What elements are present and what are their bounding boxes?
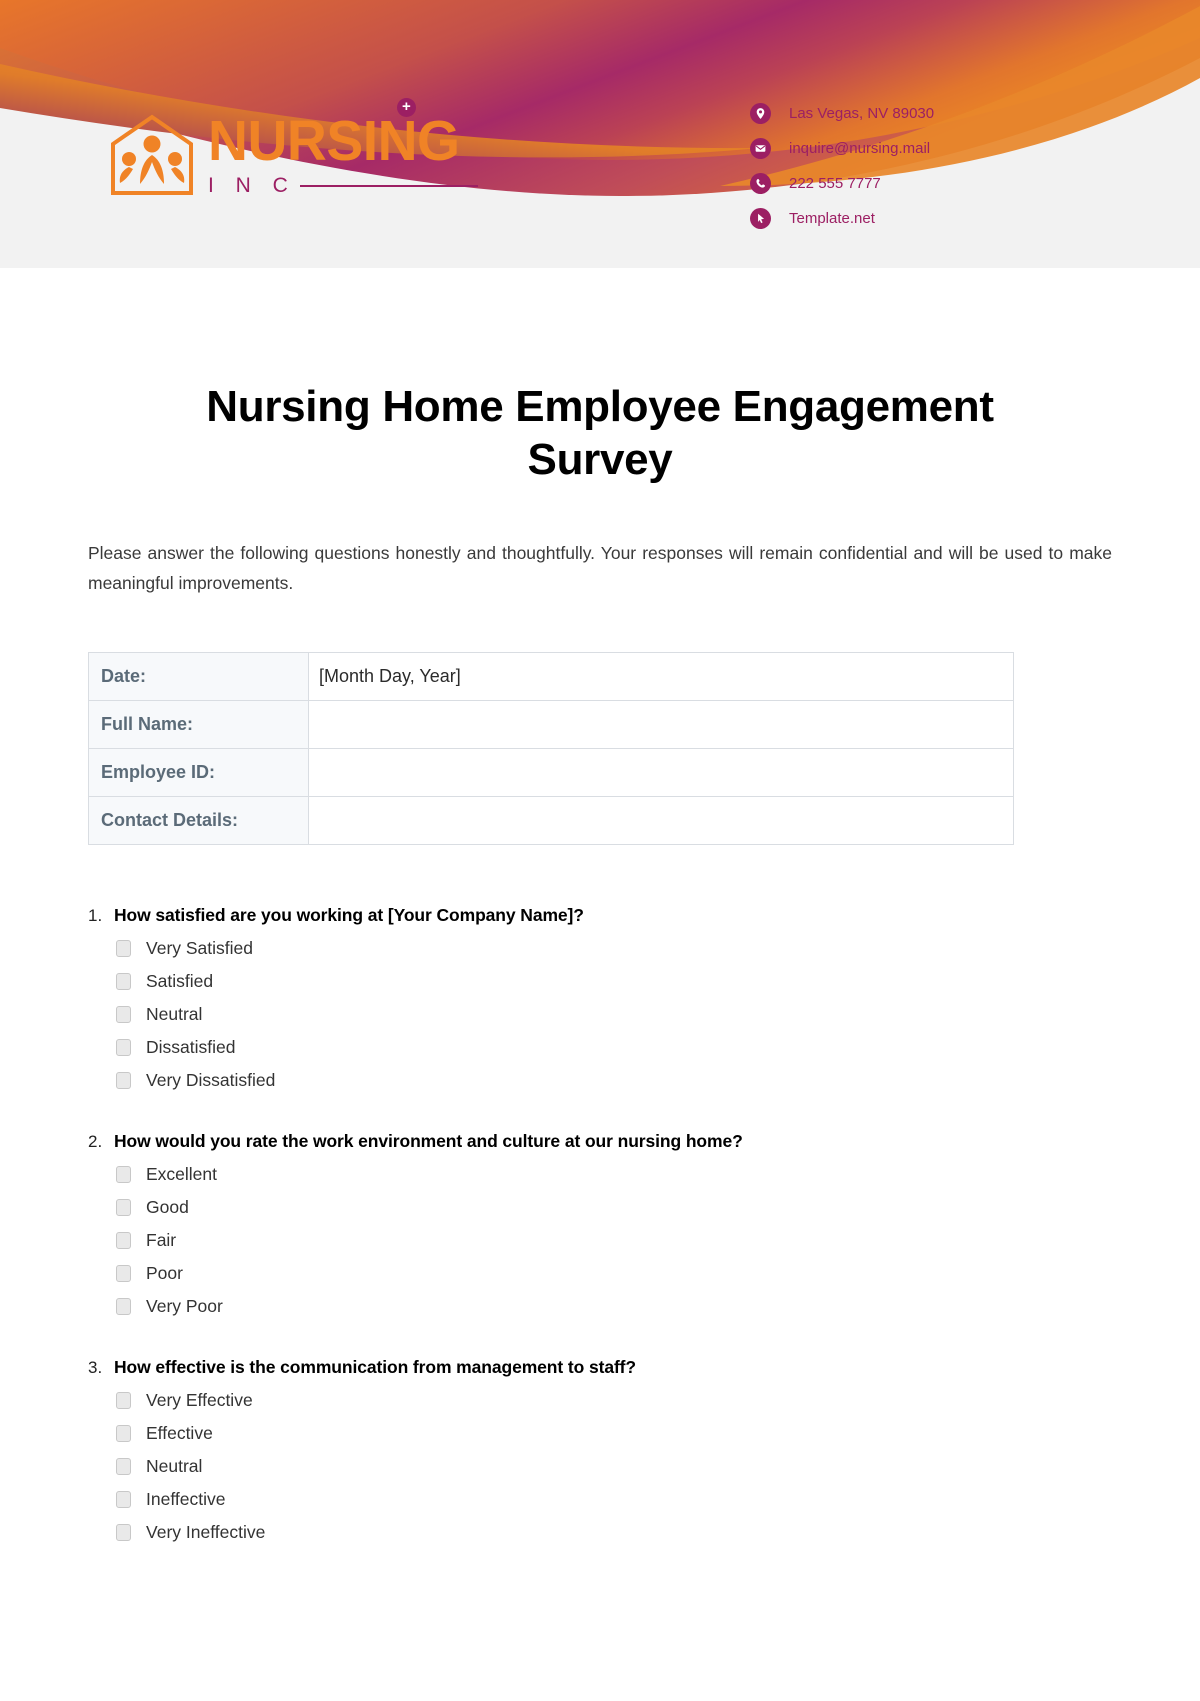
info-value-full-name[interactable]: [308, 700, 1014, 749]
option-list: Very Satisfied Satisfied Neutral Dissati…: [88, 932, 1112, 1097]
question-text: How satisfied are you working at [Your C…: [114, 905, 584, 925]
brand-name: NURSING: [208, 109, 460, 173]
option-label: Neutral: [146, 1004, 203, 1024]
medical-cross-icon: +: [396, 98, 416, 117]
question-block-1: 1. How satisfied are you working at [You…: [88, 905, 1112, 1097]
phone-icon: [750, 173, 771, 194]
option-row[interactable]: Very Effective: [116, 1384, 1112, 1417]
question-block-2: 2. How would you rate the work environme…: [88, 1131, 1112, 1323]
option-row[interactable]: Neutral: [116, 998, 1112, 1031]
option-label: Very Ineffective: [146, 1522, 266, 1542]
info-label-contact-details: Contact Details:: [88, 796, 309, 845]
option-row[interactable]: Neutral: [116, 1450, 1112, 1483]
checkbox-icon[interactable]: [116, 940, 131, 957]
info-label-full-name: Full Name:: [88, 700, 309, 749]
option-label: Effective: [146, 1423, 213, 1443]
info-value-contact-details[interactable]: [308, 796, 1014, 845]
nursing-house-icon: [111, 114, 193, 195]
info-label-date: Date:: [88, 652, 309, 701]
question-text: How would you rate the work environment …: [114, 1131, 743, 1151]
question-heading: 3. How effective is the communication fr…: [88, 1357, 1112, 1378]
option-row[interactable]: Good: [116, 1191, 1112, 1224]
question-number: 3.: [88, 1358, 103, 1377]
option-label: Satisfied: [146, 971, 214, 991]
option-row[interactable]: Fair: [116, 1224, 1112, 1257]
option-label: Dissatisfied: [146, 1037, 236, 1057]
document-body: Nursing Home Employee Engagement Survey …: [0, 380, 1200, 1549]
option-list: Very Effective Effective Neutral Ineffec…: [88, 1384, 1112, 1549]
option-label: Neutral: [146, 1456, 203, 1476]
contact-row-address: Las Vegas, NV 89030: [750, 96, 934, 131]
option-label: Very Effective: [146, 1390, 253, 1410]
option-row[interactable]: Dissatisfied: [116, 1031, 1112, 1064]
table-row: Full Name:: [88, 700, 1014, 749]
checkbox-icon[interactable]: [116, 1458, 131, 1475]
option-row[interactable]: Very Satisfied: [116, 932, 1112, 965]
checkbox-icon[interactable]: [116, 1524, 131, 1541]
questions-list: 1. How satisfied are you working at [You…: [88, 905, 1112, 1549]
option-row[interactable]: Very Poor: [116, 1290, 1112, 1323]
checkbox-icon[interactable]: [116, 1425, 131, 1442]
option-label: Ineffective: [146, 1489, 226, 1509]
info-value-employee-id[interactable]: [308, 748, 1014, 797]
contact-email-text: inquire@nursing.mail: [789, 140, 931, 157]
option-row[interactable]: Excellent: [116, 1158, 1112, 1191]
intro-paragraph: Please answer the following questions ho…: [88, 543, 1112, 593]
option-label: Poor: [146, 1263, 183, 1283]
option-row[interactable]: Poor: [116, 1257, 1112, 1290]
option-row[interactable]: Effective: [116, 1417, 1112, 1450]
table-row: Date: [Month Day, Year]: [88, 652, 1014, 701]
respondent-info-table: Date: [Month Day, Year] Full Name: Emplo…: [88, 652, 1014, 845]
contact-row-phone[interactable]: 222 555 7777: [750, 166, 934, 201]
question-text: How effective is the communication from …: [114, 1357, 636, 1377]
brand-logo: NURSING + I N C: [108, 98, 478, 198]
page-title: Nursing Home Employee Engagement Survey: [206, 382, 994, 484]
question-heading: 2. How would you rate the work environme…: [88, 1131, 1112, 1152]
contact-phone-text: 222 555 7777: [789, 175, 881, 192]
checkbox-icon[interactable]: [116, 1039, 131, 1056]
table-row: Contact Details:: [88, 796, 1014, 845]
option-label: Very Poor: [146, 1296, 223, 1316]
checkbox-icon[interactable]: [116, 1392, 131, 1409]
contact-website-text: Template.net: [789, 210, 875, 227]
cursor-pointer-icon: [750, 208, 771, 229]
brand-rule: [299, 185, 478, 187]
option-row[interactable]: Ineffective: [116, 1483, 1112, 1516]
checkbox-icon[interactable]: [116, 1166, 131, 1183]
page-header: NURSING + I N C Las Vegas, NV 89030 inqu…: [0, 0, 1200, 268]
contact-row-email[interactable]: inquire@nursing.mail: [750, 131, 934, 166]
checkbox-icon[interactable]: [116, 973, 131, 990]
option-row[interactable]: Very Ineffective: [116, 1516, 1112, 1549]
question-number: 1.: [88, 906, 103, 925]
checkbox-icon[interactable]: [116, 1298, 131, 1315]
info-value-date[interactable]: [Month Day, Year]: [308, 652, 1014, 701]
checkbox-icon[interactable]: [116, 1199, 131, 1216]
brand-subtitle: I N C: [208, 174, 296, 197]
checkbox-icon[interactable]: [116, 1491, 131, 1508]
checkbox-icon[interactable]: [116, 1265, 131, 1282]
checkbox-icon[interactable]: [116, 1232, 131, 1249]
option-label: Excellent: [146, 1164, 218, 1184]
question-heading: 1. How satisfied are you working at [You…: [88, 905, 1112, 926]
checkbox-icon[interactable]: [116, 1072, 131, 1089]
contact-row-website[interactable]: Template.net: [750, 201, 934, 236]
envelope-icon: [750, 138, 771, 159]
option-list: Excellent Good Fair Poor Very Poor: [88, 1158, 1112, 1323]
option-label: Good: [146, 1197, 189, 1217]
table-row: Employee ID:: [88, 748, 1014, 797]
option-label: Very Dissatisfied: [146, 1070, 276, 1090]
option-label: Very Satisfied: [146, 938, 253, 958]
question-block-3: 3. How effective is the communication fr…: [88, 1357, 1112, 1549]
option-row[interactable]: Satisfied: [116, 965, 1112, 998]
contact-address-text: Las Vegas, NV 89030: [789, 105, 935, 122]
option-row[interactable]: Very Dissatisfied: [116, 1064, 1112, 1097]
checkbox-icon[interactable]: [116, 1006, 131, 1023]
contact-details: Las Vegas, NV 89030 inquire@nursing.mail: [750, 96, 934, 236]
option-label: Fair: [146, 1230, 177, 1250]
location-pin-icon: [750, 103, 771, 124]
question-number: 2.: [88, 1132, 103, 1151]
info-label-employee-id: Employee ID:: [88, 748, 309, 797]
